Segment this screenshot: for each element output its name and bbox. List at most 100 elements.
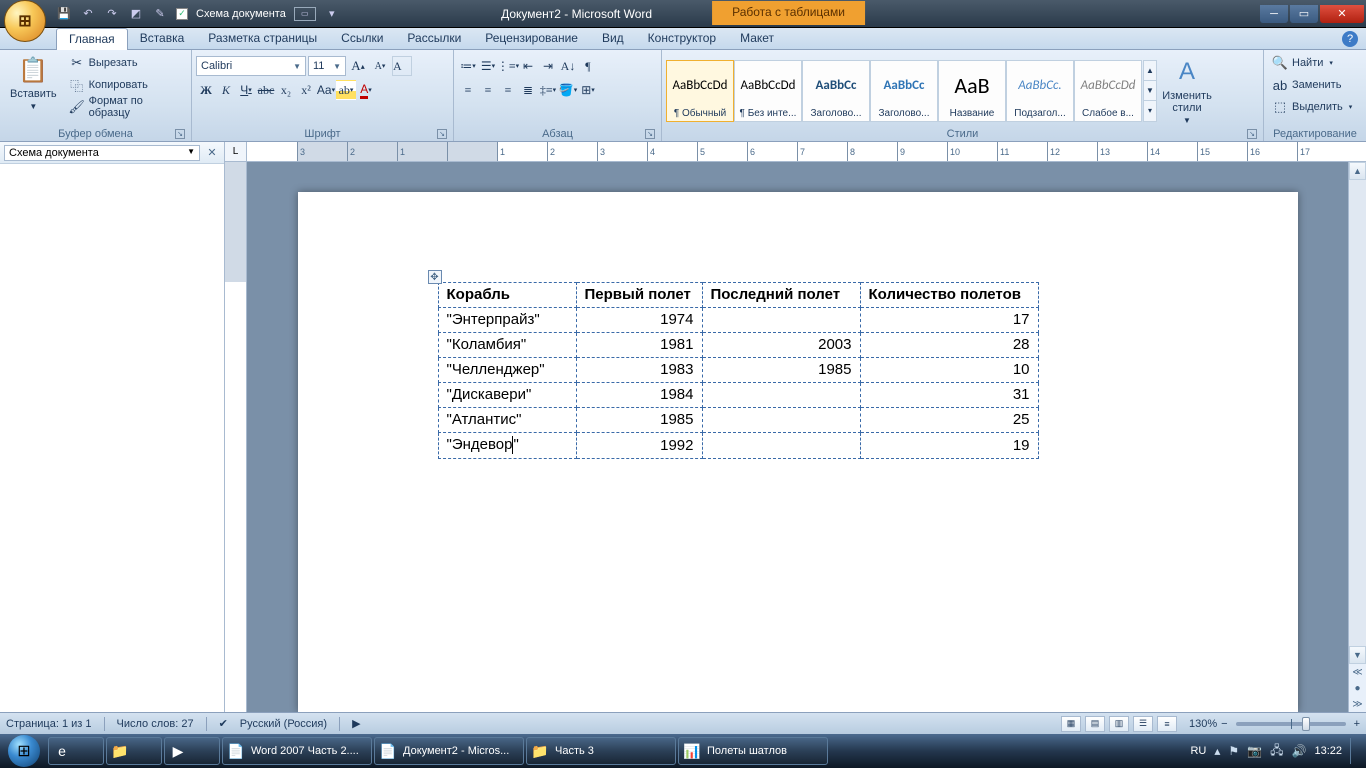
undo-icon[interactable]: ↶ xyxy=(80,6,96,22)
line-spacing-button[interactable]: ‡≡▾ xyxy=(538,80,558,100)
multilevel-button[interactable]: ⋮≡▾ xyxy=(498,56,518,76)
vertical-scrollbar[interactable]: ▲ ▼ ≪ ● ≫ xyxy=(1348,162,1366,712)
tab-table-design[interactable]: Конструктор xyxy=(636,28,728,49)
italic-button[interactable]: К xyxy=(216,80,236,100)
zoom-slider[interactable] xyxy=(1236,722,1346,726)
increase-indent-button[interactable]: ⇥ xyxy=(538,56,558,76)
show-desktop-button[interactable] xyxy=(1350,738,1358,764)
maximize-button[interactable]: ▭ xyxy=(1290,5,1318,23)
tab-selector[interactable]: L xyxy=(225,142,247,161)
tray-up-icon[interactable]: ▴ xyxy=(1214,744,1220,758)
scroll-up-button[interactable]: ▲ xyxy=(1349,162,1366,180)
styles-more-button[interactable]: ▾ xyxy=(1144,100,1156,120)
spellcheck-icon[interactable]: ✔ xyxy=(219,717,228,730)
table-cell[interactable]: "Дискавери" xyxy=(438,383,576,408)
table-cell[interactable]: 1981 xyxy=(576,333,702,358)
subscript-button[interactable]: x₂ xyxy=(276,80,296,100)
word-count[interactable]: Число слов: 27 xyxy=(117,718,194,730)
shading-button[interactable]: 🪣▾ xyxy=(558,80,578,100)
numbering-button[interactable]: ☰▾ xyxy=(478,56,498,76)
cut-button[interactable]: ✂Вырезать xyxy=(65,52,187,74)
align-center-button[interactable]: ≡ xyxy=(478,80,498,100)
font-size-combo[interactable]: 11▼ xyxy=(308,56,346,76)
sort-button[interactable]: A↓ xyxy=(558,56,578,76)
draft-view[interactable]: ≡ xyxy=(1157,716,1177,732)
bullets-button[interactable]: ≔▾ xyxy=(458,56,478,76)
tray-volume-icon[interactable]: 🔊 xyxy=(1292,744,1307,758)
highlight-button[interactable]: ab▾ xyxy=(336,80,356,100)
taskbar-window[interactable]: 📁Часть 3 xyxy=(526,737,676,765)
qat-item-icon[interactable]: ▭ xyxy=(294,7,316,21)
table-row[interactable]: "Энтерпрайз"197417 xyxy=(438,308,1038,333)
web-view[interactable]: ▥ xyxy=(1109,716,1129,732)
start-button[interactable]: ⊞ xyxy=(2,734,46,768)
style-item[interactable]: AaBbCcЗаголово... xyxy=(802,60,870,122)
style-item[interactable]: AaBbCcЗаголово... xyxy=(870,60,938,122)
tab-table-layout[interactable]: Макет xyxy=(728,28,786,49)
close-button[interactable]: ✕ xyxy=(1320,5,1364,23)
macro-icon[interactable]: ▶ xyxy=(352,717,360,730)
tab-page-layout[interactable]: Разметка страницы xyxy=(196,28,329,49)
table-cell[interactable]: "Коламбия" xyxy=(438,333,576,358)
navpane-close-button[interactable]: ✕ xyxy=(204,146,220,159)
vertical-ruler[interactable] xyxy=(225,162,247,712)
tray-clock[interactable]: 13:22 xyxy=(1314,745,1342,757)
table-cell[interactable]: 1985 xyxy=(702,358,860,383)
style-item[interactable]: AaBbCcDd¶ Обычный xyxy=(666,60,734,122)
page-status[interactable]: Страница: 1 из 1 xyxy=(6,718,92,730)
browse-object-button[interactable]: ● xyxy=(1349,680,1366,696)
select-button[interactable]: ⬚Выделить▾ xyxy=(1268,96,1356,118)
table-cell[interactable]: "Челленджер" xyxy=(438,358,576,383)
qat-checkbox[interactable]: ✓ xyxy=(176,8,188,20)
taskbar-pinned-ie[interactable]: e xyxy=(48,737,104,765)
dialog-launcher-icon[interactable]: ↘ xyxy=(645,129,655,139)
styles-scroll-down[interactable]: ▼ xyxy=(1144,80,1156,100)
styles-scroll-up[interactable]: ▲ xyxy=(1144,61,1156,80)
horizontal-ruler[interactable]: 3211234567891011121314151617 xyxy=(247,142,1366,161)
table-row[interactable]: "Эндевор"199219 xyxy=(438,433,1038,459)
minimize-button[interactable]: ─ xyxy=(1260,5,1288,23)
table-cell[interactable]: 28 xyxy=(860,333,1038,358)
table-cell[interactable]: 19 xyxy=(860,433,1038,459)
shrink-font-button[interactable]: A▾ xyxy=(370,56,390,76)
table-cell[interactable] xyxy=(702,433,860,459)
strike-button[interactable]: abc xyxy=(256,80,276,100)
table-cell[interactable]: 1983 xyxy=(576,358,702,383)
table-cell[interactable]: 31 xyxy=(860,383,1038,408)
align-right-button[interactable]: ≡ xyxy=(498,80,518,100)
replace-button[interactable]: abЗаменить xyxy=(1268,74,1345,96)
qat-item-icon[interactable]: ◩ xyxy=(128,6,144,22)
taskbar-window[interactable]: 📄Word 2007 Часть 2.... xyxy=(222,737,372,765)
table-cell[interactable] xyxy=(702,408,860,433)
font-color-button[interactable]: A▾ xyxy=(356,80,376,100)
document-table[interactable]: КорабльПервый полетПоследний полетКоличе… xyxy=(438,282,1039,459)
superscript-button[interactable]: x² xyxy=(296,80,316,100)
justify-button[interactable]: ≣ xyxy=(518,80,538,100)
style-item[interactable]: AaBbCcDd¶ Без инте... xyxy=(734,60,802,122)
dialog-launcher-icon[interactable]: ↘ xyxy=(175,129,185,139)
table-row[interactable]: "Челленджер"1983198510 xyxy=(438,358,1038,383)
table-cell[interactable]: 1984 xyxy=(576,383,702,408)
taskbar-window[interactable]: 📊Полеты шатлов xyxy=(678,737,828,765)
table-cell[interactable]: 1985 xyxy=(576,408,702,433)
table-cell[interactable]: 2003 xyxy=(702,333,860,358)
table-row[interactable]: "Коламбия"1981200328 xyxy=(438,333,1038,358)
zoom-out-button[interactable]: − xyxy=(1221,718,1227,730)
copy-button[interactable]: ⿻Копировать xyxy=(65,74,187,96)
table-header[interactable]: Количество полетов xyxy=(860,283,1038,308)
document-area[interactable]: ✥ КорабльПервый полетПоследний полетКоли… xyxy=(247,162,1348,712)
format-painter-button[interactable]: 🖌Формат по образцу xyxy=(65,96,187,118)
tray-lang[interactable]: RU xyxy=(1190,745,1206,757)
taskbar-window[interactable]: 📄Документ2 - Micros... xyxy=(374,737,524,765)
bold-button[interactable]: Ж xyxy=(196,80,216,100)
table-cell[interactable] xyxy=(702,383,860,408)
align-left-button[interactable]: ≡ xyxy=(458,80,478,100)
table-cell[interactable]: 10 xyxy=(860,358,1038,383)
table-cell[interactable]: "Атлантис" xyxy=(438,408,576,433)
taskbar-pinned-wmp[interactable]: ▶ xyxy=(164,737,220,765)
help-icon[interactable]: ? xyxy=(1342,31,1358,47)
paste-button[interactable]: 📋 Вставить ▼ xyxy=(4,52,63,113)
tray-camera-icon[interactable]: 📷 xyxy=(1247,744,1262,758)
prev-page-button[interactable]: ≪ xyxy=(1349,664,1366,680)
language-status[interactable]: Русский (Россия) xyxy=(240,718,327,730)
